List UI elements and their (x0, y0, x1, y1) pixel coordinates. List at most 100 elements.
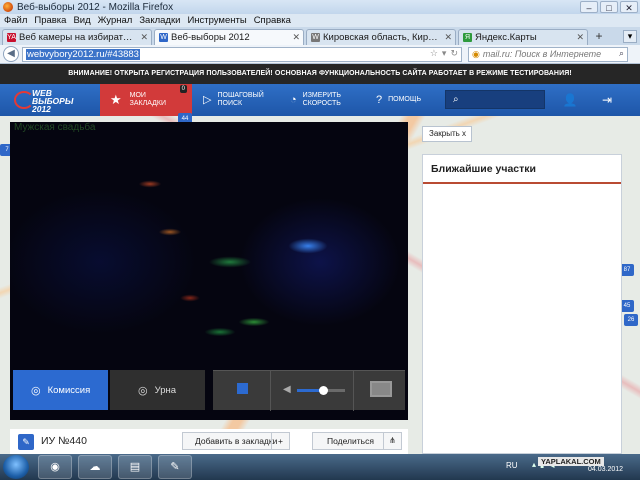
nav-label: ЗАКЛАДКИ (129, 100, 166, 107)
nearest-stations-panel: Ближайшие участки (422, 154, 622, 454)
share-button[interactable]: Поделиться ⋔ (312, 432, 402, 450)
volume-slider[interactable] (297, 386, 345, 395)
video-player[interactable]: Мужская свадьба ◎ Комиссия ◎ Урна ◀ (10, 122, 408, 420)
share-label: Поделиться (327, 436, 374, 446)
logo-mark-icon (14, 91, 34, 109)
site-search-input[interactable]: ⌕ (445, 90, 545, 109)
menu-bookmarks[interactable]: Закладки (139, 15, 180, 26)
station-info-bar: ✎ ИУ №440 Добавить в закладки + Поделить… (10, 429, 408, 454)
tray-expand-icon[interactable]: ▴ (532, 460, 536, 469)
start-button[interactable] (3, 455, 29, 479)
window-titlebar: Веб-выборы 2012 - Mozilla Firefox – □ ✕ (0, 0, 640, 14)
tab-label: Кировская область, Киров, Гайдар... (323, 32, 441, 43)
divider (270, 371, 271, 411)
panel-scrollbar[interactable] (613, 195, 619, 450)
window-title: Веб-выборы 2012 - Mozilla Firefox (17, 1, 174, 13)
new-tab-button[interactable]: + (590, 29, 608, 45)
language-indicator[interactable]: RU (506, 461, 518, 470)
search-placeholder: mail.ru: Поиск в Интернете (482, 49, 602, 59)
url-text: webvybory2012.ru/#43883 (26, 48, 140, 60)
menu-tools[interactable]: Инструменты (187, 15, 246, 26)
search-engine-icon[interactable]: ◉ (472, 49, 480, 60)
stepwise-search-button[interactable]: ▷ ПОШАГОВЫЙ ПОИСК (203, 84, 264, 116)
urn-camera-button[interactable]: ◎ Урна (110, 370, 205, 410)
station-name: ИУ №440 (41, 435, 87, 447)
nav-label: ПОМОЩЬ (388, 96, 422, 103)
user-profile-button[interactable]: 👤 (555, 90, 585, 110)
search-icon[interactable]: ⌕ (619, 48, 624, 59)
tab-label: Яндекс.Карты (475, 32, 537, 43)
divider (353, 371, 354, 411)
urn-label: Урна (154, 384, 177, 396)
measure-speed-button[interactable]: ◔ ИЗМЕРИТЬ СКОРОСТЬ (290, 84, 341, 116)
location-pin-icon: ✎ (18, 434, 34, 450)
stop-button[interactable] (237, 383, 248, 394)
search-icon: ⌕ (453, 94, 459, 105)
camera-icon: ◎ (138, 384, 148, 397)
panel-title: Ближайшие участки (431, 163, 536, 175)
back-button[interactable]: ◀ (3, 46, 19, 62)
yandex-maps-icon: Я (463, 33, 472, 42)
star-icon: ★ (110, 92, 122, 107)
firefox-taskbar-icon[interactable]: ◉ (38, 455, 72, 479)
stepwise-search-icon: ▷ (203, 94, 212, 106)
help-icon: ? (376, 94, 383, 106)
plus-icon: + (271, 433, 289, 449)
tab-wikipedia[interactable]: W Кировская область, Киров, Гайдар... ✕ (306, 29, 456, 45)
menu-help[interactable]: Справка (254, 15, 291, 26)
menu-view[interactable]: Вид (73, 15, 90, 26)
reload-icon[interactable]: ↻ (450, 48, 458, 59)
firefox-icon (3, 2, 13, 12)
panel-divider (423, 182, 621, 184)
add-bookmark-button[interactable]: Добавить в закладки + (182, 432, 290, 450)
maximize-button[interactable]: □ (600, 1, 618, 13)
explorer-taskbar-icon[interactable]: ▤ (118, 455, 152, 479)
commission-camera-button[interactable]: ◎ Комиссия (13, 370, 108, 410)
logo-line-year: 2012 (32, 104, 51, 114)
user-icon: 👤 (562, 93, 578, 107)
video-controls: ◎ Комиссия ◎ Урна ◀ (10, 368, 408, 412)
messenger-taskbar-icon[interactable]: ☁ (78, 455, 112, 479)
tab-close-icon[interactable]: ✕ (576, 32, 584, 43)
dropdown-icon[interactable]: ▾ (442, 48, 447, 59)
tab-close-icon[interactable]: ✕ (444, 32, 452, 43)
minimize-button[interactable]: – (580, 1, 598, 13)
camera-icon: ◎ (31, 384, 41, 397)
navigation-toolbar: ◀ webvybory2012.ru/#43883 ☆ ▾ ↻ ◉ mail.r… (0, 45, 640, 64)
tab-webcams[interactable]: YA Веб камеры на избирательных уча... ✕ (2, 29, 152, 45)
nav-label: МОИ (129, 92, 146, 99)
site-header: WEB ВЫБОРЫ 2012 ★ МОИ ЗАКЛАДКИ 0 ▷ ПОШАГО… (0, 84, 640, 116)
map-pin[interactable]: 87 (620, 264, 634, 276)
close-panel-button[interactable]: Закрыть x (422, 126, 472, 142)
my-bookmarks-button[interactable]: ★ МОИ ЗАКЛАДКИ 0 (100, 84, 192, 116)
logout-button[interactable]: ⇥ (592, 90, 622, 110)
map-pin[interactable]: 45 (620, 300, 634, 312)
help-button[interactable]: ? ПОМОЩЬ (376, 84, 421, 116)
star-bookmark-icon[interactable]: ☆ (430, 48, 438, 59)
volume-icon[interactable]: ◀ (283, 384, 291, 395)
menu-history[interactable]: Журнал (98, 15, 133, 26)
map-pin[interactable]: 26 (624, 314, 638, 326)
yaplakal-icon: YA (7, 33, 16, 42)
tab-list-icon[interactable]: ▾ (623, 30, 637, 43)
search-input[interactable]: ◉ mail.ru: Поиск в Интернете ⌕ (468, 46, 628, 62)
nav-label: СКОРОСТЬ (302, 100, 341, 107)
menu-edit[interactable]: Правка (34, 15, 66, 26)
url-bar[interactable]: webvybory2012.ru/#43883 ☆ ▾ ↻ (22, 46, 462, 62)
menu-bar: Файл Правка Вид Журнал Закладки Инструме… (0, 14, 640, 27)
fullscreen-icon[interactable] (370, 381, 392, 397)
volume-knob[interactable] (319, 386, 329, 395)
clock-date[interactable]: 04.03.2012 (588, 466, 623, 473)
site-logo[interactable]: WEB ВЫБОРЫ 2012 (14, 87, 94, 113)
tab-close-icon[interactable]: ✕ (140, 32, 148, 43)
tab-close-icon[interactable]: ✕ (292, 32, 300, 43)
speedometer-icon: ◔ (290, 94, 297, 106)
paint-taskbar-icon[interactable]: ✎ (158, 455, 192, 479)
close-window-button[interactable]: ✕ (620, 1, 638, 13)
menu-file[interactable]: Файл (4, 15, 27, 26)
webvybory-icon: W (159, 33, 168, 42)
nav-label: ИЗМЕРИТЬ (302, 92, 341, 99)
tab-webvybory[interactable]: W Веб-выборы 2012 ✕ (154, 29, 304, 45)
tab-yandex-maps[interactable]: Я Яндекс.Карты ✕ (458, 29, 588, 45)
nav-label: ПОШАГОВЫЙ (217, 92, 264, 99)
